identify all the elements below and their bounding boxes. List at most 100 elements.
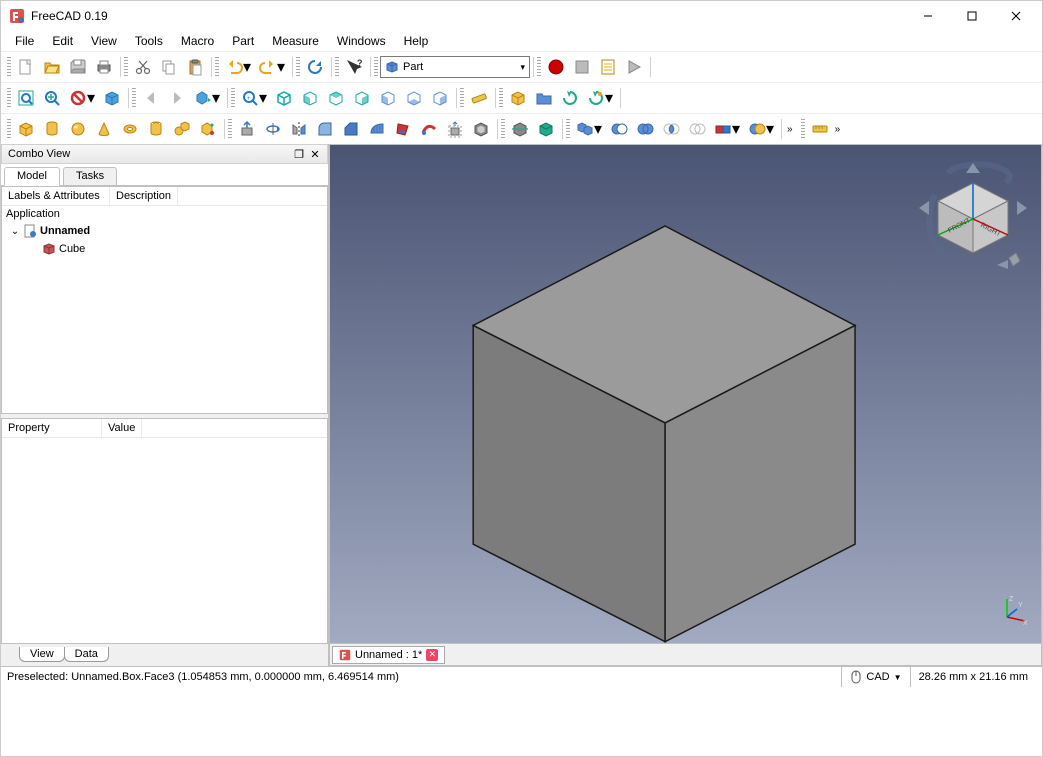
fit-all-button[interactable] [13,85,39,111]
cross-sections-button[interactable] [533,116,559,142]
menu-tools[interactable]: Tools [127,32,171,50]
cylinder-button[interactable] [39,116,65,142]
tree-view[interactable]: Labels & Attributes Description Applicat… [1,186,328,414]
menu-windows[interactable]: Windows [329,32,394,50]
thickness-button[interactable] [468,116,494,142]
compound-button[interactable]: ▾ [572,116,606,142]
menu-edit[interactable]: Edit [44,32,81,50]
bounding-box-button[interactable] [99,85,125,111]
tree-col-labels[interactable]: Labels & Attributes [2,187,110,205]
menu-measure[interactable]: Measure [264,32,327,50]
toolbar-grip[interactable] [499,88,503,108]
toolbar-grip[interactable] [566,119,570,139]
macro-record-button[interactable] [543,54,569,80]
boolean-intersect-button[interactable] [658,116,684,142]
navigation-cube[interactable]: FRONT RIGHT [913,153,1033,273]
ruled-surface-button[interactable] [364,116,390,142]
group-create-button[interactable] [531,85,557,111]
tab-data[interactable]: Data [64,647,109,662]
toolbar-grip[interactable] [7,88,11,108]
toolbar-grip[interactable] [228,119,232,139]
view-front-button[interactable] [297,85,323,111]
toolbar-grip[interactable] [231,88,235,108]
macro-stop-button[interactable] [569,54,595,80]
measure-linear-button[interactable] [807,116,833,142]
toolbar-grip[interactable] [296,57,300,77]
close-button[interactable] [994,1,1038,31]
tab-view[interactable]: View [19,647,65,662]
panel-close-button[interactable]: ✕ [309,148,321,160]
toolbar-grip[interactable] [501,119,505,139]
boolean-xor-button[interactable] [684,116,710,142]
box-button[interactable] [13,116,39,142]
redo-button[interactable]: ▾ [255,54,289,80]
toolbar-grip[interactable] [124,57,128,77]
toolbar-grip[interactable] [335,57,339,77]
toolbar-grip[interactable] [7,119,11,139]
link-nav-button[interactable]: ▾ [190,85,224,111]
toolbar-grip[interactable] [801,119,805,139]
cone-button[interactable] [91,116,117,142]
menu-macro[interactable]: Macro [173,32,222,50]
view-left-button[interactable] [427,85,453,111]
view-bottom-button[interactable] [401,85,427,111]
mirror-button[interactable] [286,116,312,142]
tree-col-description[interactable]: Description [110,187,178,205]
copy-button[interactable] [156,54,182,80]
toolbar-overflow[interactable]: » [785,124,795,135]
nav-back-button[interactable] [138,85,164,111]
3d-viewport[interactable]: FRONT RIGHT Z Y X Unnamed : 1* ✕ [329,144,1042,666]
minimize-button[interactable] [906,1,950,31]
split-button[interactable]: ▾ [744,116,778,142]
fillet-button[interactable] [312,116,338,142]
cut-button[interactable] [130,54,156,80]
extrude-button[interactable] [234,116,260,142]
prop-col-value[interactable]: Value [102,419,142,437]
maximize-button[interactable] [950,1,994,31]
isometric-button[interactable]: +▾ [237,85,271,111]
tree-node-document[interactable]: ⌄ Unnamed [2,222,327,240]
link-actions-button[interactable]: ▾ [583,85,617,111]
boolean-union-button[interactable] [632,116,658,142]
toolbar-grip[interactable] [537,57,541,77]
menu-view[interactable]: View [83,32,125,50]
fit-selection-button[interactable] [39,85,65,111]
macro-list-button[interactable] [595,54,621,80]
part-create-button[interactable] [505,85,531,111]
revolve-button[interactable] [260,116,286,142]
menu-part[interactable]: Part [224,32,262,50]
tab-tasks[interactable]: Tasks [63,167,117,186]
loft-button[interactable] [390,116,416,142]
view-right-button[interactable] [349,85,375,111]
toolbar-grip[interactable] [132,88,136,108]
measure-distance-button[interactable] [466,85,492,111]
paste-button[interactable] [182,54,208,80]
toolbar-grip[interactable] [460,88,464,108]
toolbar-overflow[interactable]: » [833,124,843,135]
new-button[interactable] [13,54,39,80]
link-make-button[interactable] [557,85,583,111]
toolbar-grip[interactable] [215,57,219,77]
tree-node-cube[interactable]: Cube [2,240,327,258]
tab-model[interactable]: Model [4,167,60,186]
toolbar-grip[interactable] [374,57,378,77]
chamfer-button[interactable] [338,116,364,142]
property-view[interactable]: Property Value [1,418,328,644]
refresh-button[interactable] [302,54,328,80]
shapebuilder-button[interactable] [195,116,221,142]
torus-button[interactable] [117,116,143,142]
document-tab[interactable]: Unnamed : 1* ✕ [332,646,445,664]
open-button[interactable] [39,54,65,80]
section-button[interactable] [507,116,533,142]
menu-help[interactable]: Help [396,32,437,50]
save-button[interactable] [65,54,91,80]
tree-node-application[interactable]: Application [2,206,327,222]
offset-button[interactable] [442,116,468,142]
primitives-button[interactable] [169,116,195,142]
nav-style-selector[interactable]: CAD ▼ [841,667,909,687]
view-rear-button[interactable] [375,85,401,111]
print-button[interactable] [91,54,117,80]
draw-style-button[interactable]: ▾ [65,85,99,111]
view-top-button[interactable] [323,85,349,111]
whats-this-button[interactable]: ? [341,54,367,80]
